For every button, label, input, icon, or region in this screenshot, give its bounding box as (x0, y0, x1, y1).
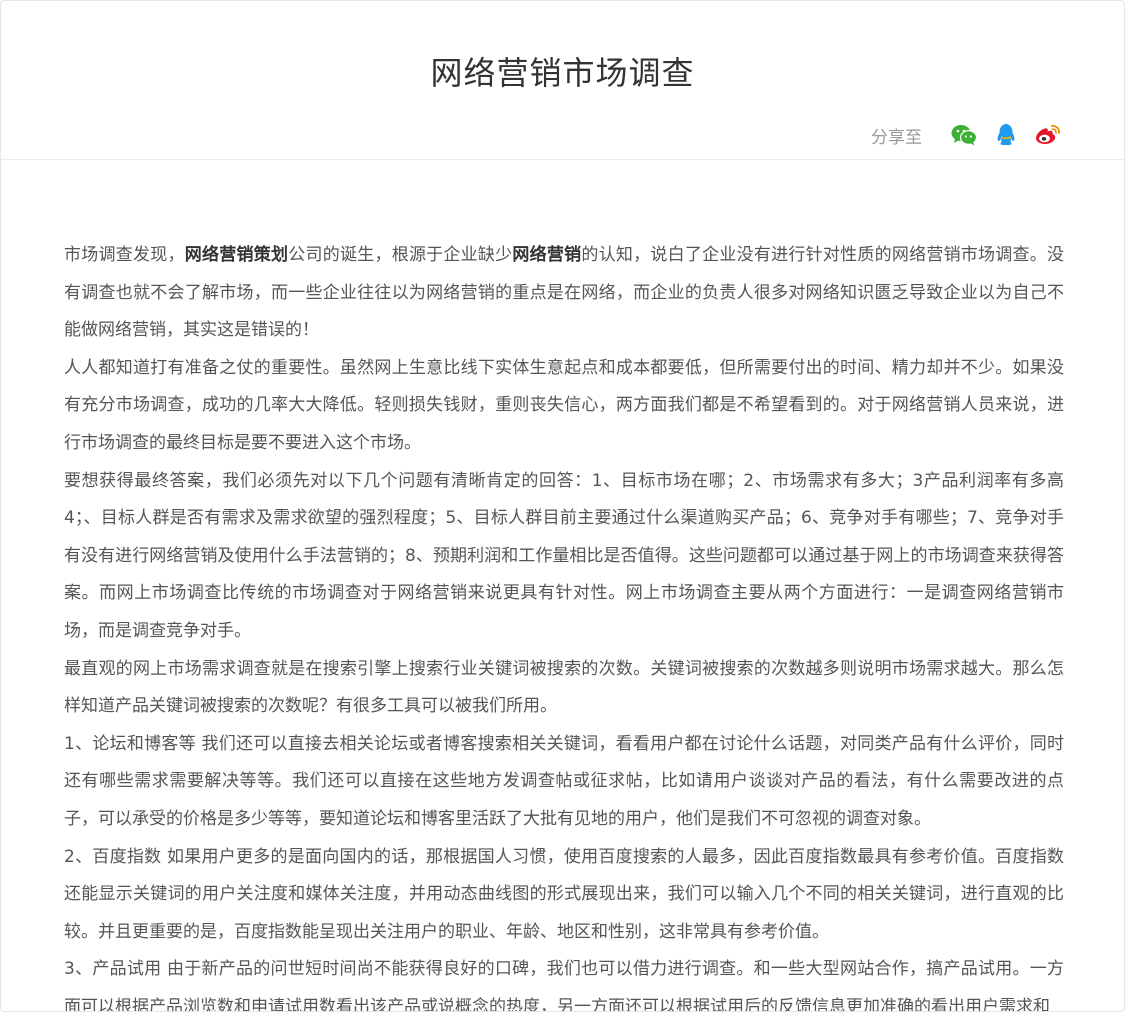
qq-icon[interactable] (992, 121, 1020, 149)
article-header: 网络营销市场调查 分享至 (1, 1, 1124, 160)
paragraph-7: 3、产品试用 由于新产品的问世短时间尚不能获得良好的口碑，我们也可以借力进行调查… (64, 959, 1064, 1012)
paragraph-4: 最直观的网上市场需求调查就是在搜索引擎上搜索行业关键词被搜索的次数。关键词被搜索… (64, 658, 1064, 717)
paragraph-text: 市场调查发现， (64, 245, 185, 265)
paragraph-text: 公司的诞生，根源于企业缺少 (288, 245, 513, 265)
article-body: 市场调查发现，网络营销策划公司的诞生，根源于企业缺少网络营销的认知，说白了企业没… (64, 237, 1064, 1012)
bold-keyword: 网络营销 (512, 245, 582, 265)
paragraph-2: 人人都知道打有准备之仗的重要性。虽然网上生意比线下实体生意起点和成本都要低，但所… (64, 357, 1064, 453)
wechat-icon[interactable] (950, 121, 978, 149)
article-card: 网络营销市场调查 分享至 市场调查发现，网络营销策划公司的诞生，根源于企业缺少网… (0, 0, 1125, 1012)
paragraph-3: 要想获得最终答案，我们必须先对以下几个问题有清晰肯定的回答：1、目标市场在哪；2… (64, 470, 1064, 641)
paragraph-6: 2、百度指数 如果用户更多的是面向国内的话，那根据国人习惯，使用百度搜索的人最多… (64, 846, 1064, 942)
share-label: 分享至 (871, 127, 922, 148)
paragraph-5: 1、论坛和博客等 我们还可以直接去相关论坛或者博客搜索相关关键词，看看用户都在讨… (64, 733, 1064, 829)
paragraph-1: 市场调查发现，网络营销策划公司的诞生，根源于企业缺少网络营销的认知，说白了企业没… (64, 237, 1064, 350)
share-bar: 分享至 (871, 121, 1062, 149)
weibo-icon[interactable] (1034, 121, 1062, 149)
bold-keyword: 网络营销策划 (184, 245, 289, 265)
article-title: 网络营销市场调查 (430, 54, 695, 92)
